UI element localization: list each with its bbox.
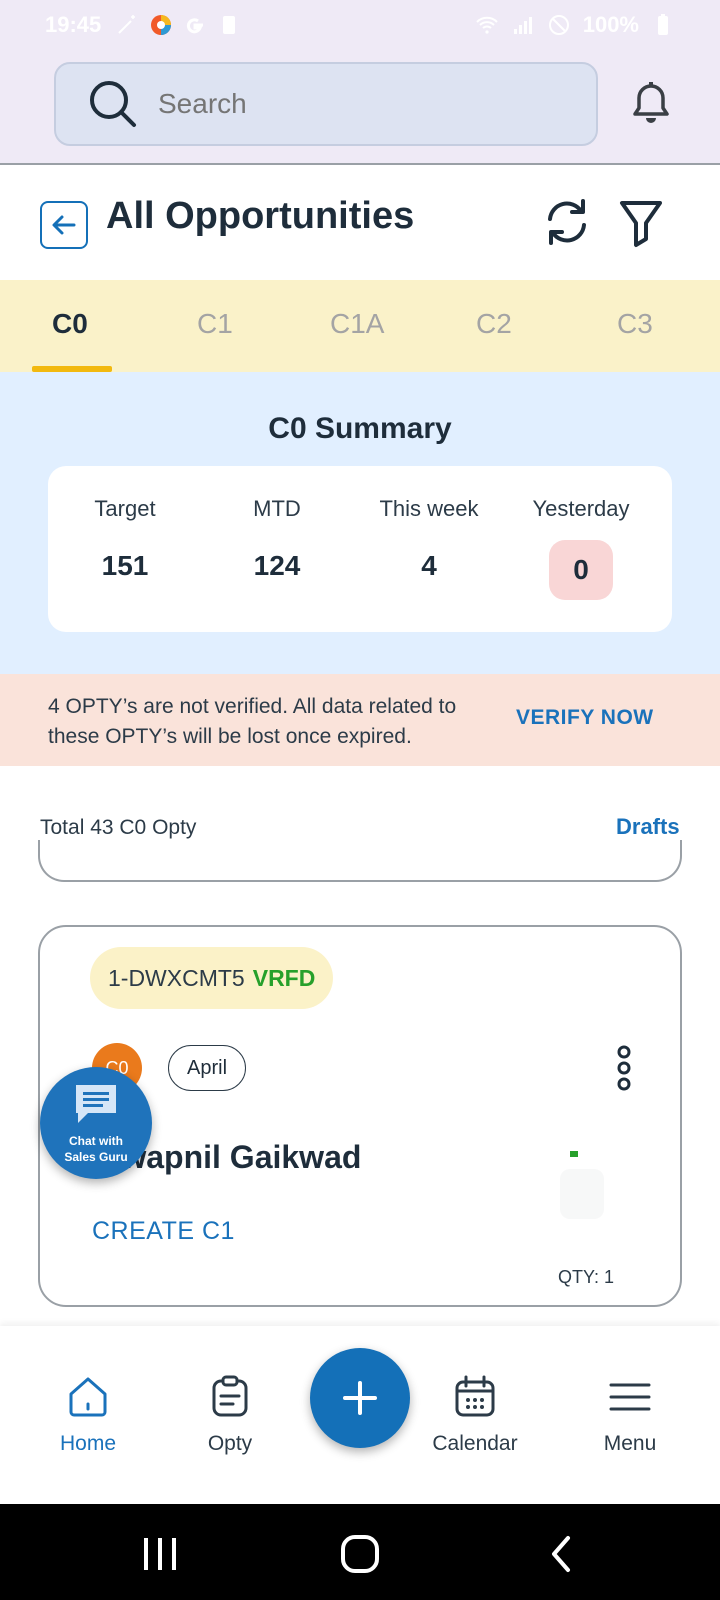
summary-title: C0 Summary [268,412,452,445]
chat-label-line1: Chat with [69,1134,123,1148]
tab-c1a[interactable]: C1A [330,308,384,340]
opportunity-card-previous[interactable] [38,840,682,882]
back-system-icon[interactable] [542,1534,582,1574]
bottom-navigation: Home Opty Calendar Menu [0,1326,720,1504]
metric-this-week: This week 4 [354,496,504,582]
alert-message: 4 OPTY’s are not verified. All data rela… [48,695,457,748]
metric-value: 124 [253,550,301,581]
sim-icon [223,16,236,34]
summary-section: C0 Summary Target 151 MTD 124 This week … [0,372,720,674]
filter-icon[interactable] [618,195,664,249]
chat-bubble-icon [76,1085,116,1123]
home-icon [69,1377,107,1417]
status-bar: 19:45 100% [0,0,720,50]
opty-id-chip: 1-DWXCMT5 VRFD [90,947,334,1009]
nav-calendar-label: Calendar [432,1432,518,1455]
search-input[interactable] [158,88,538,120]
create-c1-button[interactable]: CREATE C1 [92,1217,235,1246]
metric-value: 4 [421,550,437,581]
tab-c1[interactable]: C1 [197,308,233,340]
verify-now-button[interactable]: VERIFY NOW [516,706,654,730]
google-icon [187,18,204,34]
chat-label-line2: Sales Guru [64,1150,128,1164]
calendar-icon [455,1375,495,1417]
hamburger-menu-icon [609,1383,651,1411]
add-opportunity-button[interactable] [310,1348,410,1448]
arrow-left-icon [52,215,76,235]
nav-home-label: Home [59,1432,117,1455]
magic-wand-icon [118,15,136,34]
month-chip: April [168,1045,247,1091]
total-count: Total 43 C0 Opty [40,816,197,839]
more-options-icon[interactable] [616,1045,632,1091]
bell-icon[interactable] [628,80,674,126]
metric-label: Yesterday [532,496,630,521]
metric-mtd: MTD 124 [202,496,352,582]
system-navigation-bar [0,1504,720,1600]
stage-tabs: C0 C1 C1A C2 C3 [0,280,720,372]
search-box[interactable] [54,62,598,146]
nav-menu[interactable]: Menu [570,1374,690,1456]
clipboard-icon [212,1375,248,1417]
opty-id: 1-DWXCMT5 [108,964,245,991]
signal-icon [513,17,532,34]
status-time: 19:45 [45,12,102,37]
app-logo-icon [151,15,172,35]
nav-opty-label: Opty [207,1432,253,1455]
metric-label: This week [379,496,479,521]
tab-c0[interactable]: C0 [52,308,88,340]
metric-target: Target 151 [50,496,200,582]
recent-apps-icon[interactable] [140,1534,180,1574]
status-notification-icons [115,13,241,37]
battery-percent: 100% [582,12,639,37]
metric-yesterday: Yesterday 0 [506,496,656,600]
plus-icon [343,1381,377,1415]
metric-value: 0 [549,540,613,600]
quantity-label: QTY: 1 [558,1267,615,1287]
status-system-icons: 100% [475,12,675,38]
page-header: All Opportunities [0,165,720,280]
wifi-icon [476,16,498,34]
chat-label: Chat with Sales Guru [40,1133,152,1165]
nav-opty[interactable]: Opty [170,1374,290,1456]
vehicle-thumbnail-icon [560,1151,604,1219]
tab-c3[interactable]: C3 [617,308,653,340]
chat-sales-guru-button[interactable]: Chat with Sales Guru [40,1067,152,1179]
metric-label: MTD [253,496,301,521]
metric-value: 151 [101,550,149,581]
battery-icon [658,14,668,35]
drafts-link[interactable]: Drafts [616,814,680,840]
page-title: All Opportunities [106,195,415,237]
nav-home[interactable]: Home [28,1374,148,1456]
back-button[interactable] [40,201,88,249]
search-icon [90,81,136,127]
do-not-disturb-icon [548,15,569,35]
nav-menu-label: Menu [603,1432,657,1455]
top-search-bar [0,50,720,165]
home-system-icon[interactable] [340,1534,380,1574]
nav-calendar[interactable]: Calendar [415,1374,535,1456]
refresh-icon[interactable] [542,195,592,249]
unverified-alert-banner: 4 OPTY’s are not verified. All data rela… [0,674,720,766]
summary-card: Target 151 MTD 124 This week 4 Yesterday… [48,466,672,632]
metric-label: Target [94,496,156,521]
tab-c2[interactable]: C2 [476,308,512,340]
verified-label: VRFD [252,964,316,991]
